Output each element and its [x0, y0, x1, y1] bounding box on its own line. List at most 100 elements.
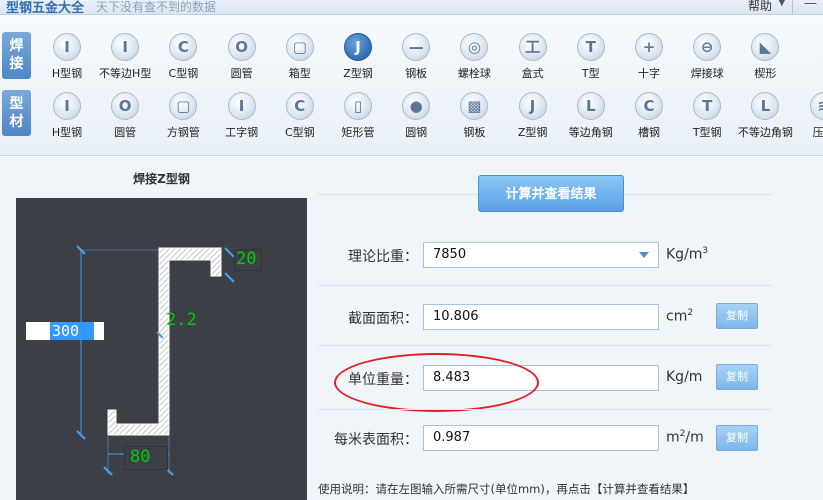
flange-dim-box[interactable]: 80 — [124, 446, 168, 470]
title-separator — [792, 0, 793, 14]
profile-tool-13[interactable]: L 不等边角钢 — [736, 89, 794, 147]
tool-label: 楔形 — [754, 67, 777, 80]
profile-tool-10[interactable]: L 等边角钢 — [562, 89, 620, 147]
copy-area-button[interactable]: 复制 — [716, 303, 758, 329]
channel-icon: C — [635, 92, 663, 120]
lip-dim-value: 20 — [236, 249, 257, 269]
profile-tag-char-1: 型 — [9, 96, 24, 112]
cross-section-icon: + — [635, 33, 663, 61]
h-beam-icon: I — [53, 33, 81, 61]
weld-tool-8[interactable]: ◎ 螺栓球 — [445, 30, 503, 88]
profile-tag-char-2: 材 — [9, 114, 24, 130]
chevron-down-icon[interactable]: ▼ — [778, 0, 786, 8]
profile-tool-3[interactable]: ▢ 方钢管 — [154, 89, 212, 147]
t-section-icon: T — [693, 92, 722, 120]
profile-tool-4[interactable]: I 工字钢 — [213, 89, 271, 147]
weld-tool-4[interactable]: O 圆管 — [213, 30, 271, 88]
divider — [318, 409, 772, 410]
surface-field[interactable]: 0.987 — [423, 425, 659, 451]
tick-mark — [224, 247, 235, 258]
weight-unit: Kg/m — [666, 369, 703, 385]
profiled-sheet-icon: ≋ — [809, 92, 823, 120]
surface-unit-text: m — [666, 429, 680, 446]
surface-unit: m2/m — [666, 429, 704, 446]
calculate-button[interactable]: 计算并查看结果 — [478, 175, 624, 212]
c-channel-icon: C — [169, 33, 198, 61]
square-tube-icon: ▢ — [169, 92, 198, 120]
area-field[interactable]: 10.806 — [423, 304, 659, 330]
weld-tool-13[interactable]: ◣ 楔形 — [736, 30, 794, 88]
weld-tool-7[interactable]: — 钢板 — [387, 30, 445, 88]
weld-tool-11[interactable]: + 十字 — [620, 30, 678, 88]
weld-tool-6[interactable]: J Z型钢 — [329, 30, 387, 88]
dropdown-arrow-icon[interactable] — [639, 252, 649, 258]
title-bar: 型钢五金大全 天下没有查不到的数据 帮助 ▼ — — [0, 0, 823, 15]
help-menu[interactable]: 帮助 — [748, 0, 772, 14]
tick-mark — [224, 272, 235, 283]
rect-tube-icon: ▯ — [344, 92, 372, 120]
c-channel-icon: C — [285, 92, 314, 120]
profile-tool-9[interactable]: J Z型钢 — [504, 89, 562, 147]
diagram-title: 焊接Z型钢 — [133, 172, 190, 186]
t-section-icon: T — [576, 33, 605, 61]
highlight-ellipse — [334, 353, 539, 412]
usage-instructions: 使用说明：请在左图输入所需尺寸(单位mm)，再点击【计算并查看结果】 — [318, 482, 695, 496]
profile-tool-2[interactable]: O 圆管 — [96, 89, 154, 147]
tool-label: 压型 — [812, 126, 823, 139]
steel-plate-icon: ▩ — [460, 92, 489, 120]
unequal-angle-icon: L — [751, 92, 780, 120]
height-input[interactable]: 300 — [26, 322, 104, 340]
minimize-button[interactable]: — — [804, 0, 817, 11]
profile-tool-6[interactable]: ▯ 矩形管 — [329, 89, 387, 147]
weld-tag-char-1: 焊 — [9, 38, 24, 54]
copy-weight-button[interactable]: 复制 — [716, 364, 758, 390]
flange-dim-value: 80 — [130, 447, 151, 467]
area-value: 10.806 — [433, 309, 479, 324]
profile-tool-14[interactable]: ≋ 压型 — [795, 89, 823, 147]
density-label: 理论比重： — [348, 249, 418, 265]
profile-tool-8[interactable]: ▩ 钢板 — [445, 89, 503, 147]
weld-tool-12[interactable]: ⊖ 焊接球 — [678, 30, 736, 88]
weld-tool-10[interactable]: T T型 — [562, 30, 620, 88]
weld-tool-1[interactable]: I H型钢 — [38, 30, 96, 88]
welded-ball-icon: ⊖ — [693, 33, 722, 61]
surface-unit-tail: /m — [685, 429, 704, 446]
height-value: 300 — [50, 322, 94, 340]
weld-tag-char-2: 接 — [9, 56, 24, 72]
surface-value: 0.987 — [433, 430, 471, 445]
density-unit-sup: 3 — [702, 246, 709, 256]
round-tube-icon: O — [227, 33, 256, 61]
profile-category-tab[interactable]: 型 材 — [2, 90, 31, 136]
profile-tool-7[interactable]: ● 圆钢 — [387, 89, 445, 147]
z-section-icon: J — [344, 33, 372, 61]
density-value: 7850 — [433, 247, 467, 262]
steel-plate-icon: — — [402, 33, 431, 61]
weld-tool-9[interactable]: 工盒式 — [504, 30, 562, 88]
weld-tool-5[interactable]: ▢ 箱型 — [271, 30, 329, 88]
wedge-icon: ◣ — [751, 33, 780, 61]
density-unit: Kg/m3 — [666, 246, 708, 263]
profile-tool-5[interactable]: C C型钢 — [271, 89, 329, 147]
profile-tool-1[interactable]: I H型钢 — [38, 89, 96, 147]
equal-angle-icon: L — [576, 92, 605, 120]
box-section-icon: ▢ — [285, 33, 314, 61]
divider — [318, 345, 772, 346]
thickness-dim-value[interactable]: 2.2 — [166, 310, 197, 330]
divider — [318, 285, 772, 286]
i-beam-icon: I — [227, 92, 256, 120]
weld-category-tab[interactable]: 焊 接 — [2, 32, 31, 79]
bolt-ball-icon: ◎ — [460, 33, 489, 61]
profile-tool-11[interactable]: C 槽钢 — [620, 89, 678, 147]
weld-tool-3[interactable]: C C型钢 — [154, 30, 212, 88]
lip-dim-box[interactable]: 20 — [234, 249, 262, 271]
round-bar-icon: ● — [402, 92, 431, 120]
area-label: 截面面积： — [348, 311, 418, 327]
app-slogan: 天下没有查不到的数据 — [96, 0, 217, 14]
section-drawing: 300 20 2.2 80 — [16, 198, 307, 500]
density-select[interactable]: 7850 — [423, 242, 659, 268]
app-title: 型钢五金大全 — [6, 1, 85, 15]
copy-surface-button[interactable]: 复制 — [716, 425, 758, 451]
weld-tool-2[interactable]: I 不等边H型 — [96, 30, 154, 88]
profile-tool-12[interactable]: T T型钢 — [678, 89, 736, 147]
round-tube-icon: O — [111, 92, 140, 120]
